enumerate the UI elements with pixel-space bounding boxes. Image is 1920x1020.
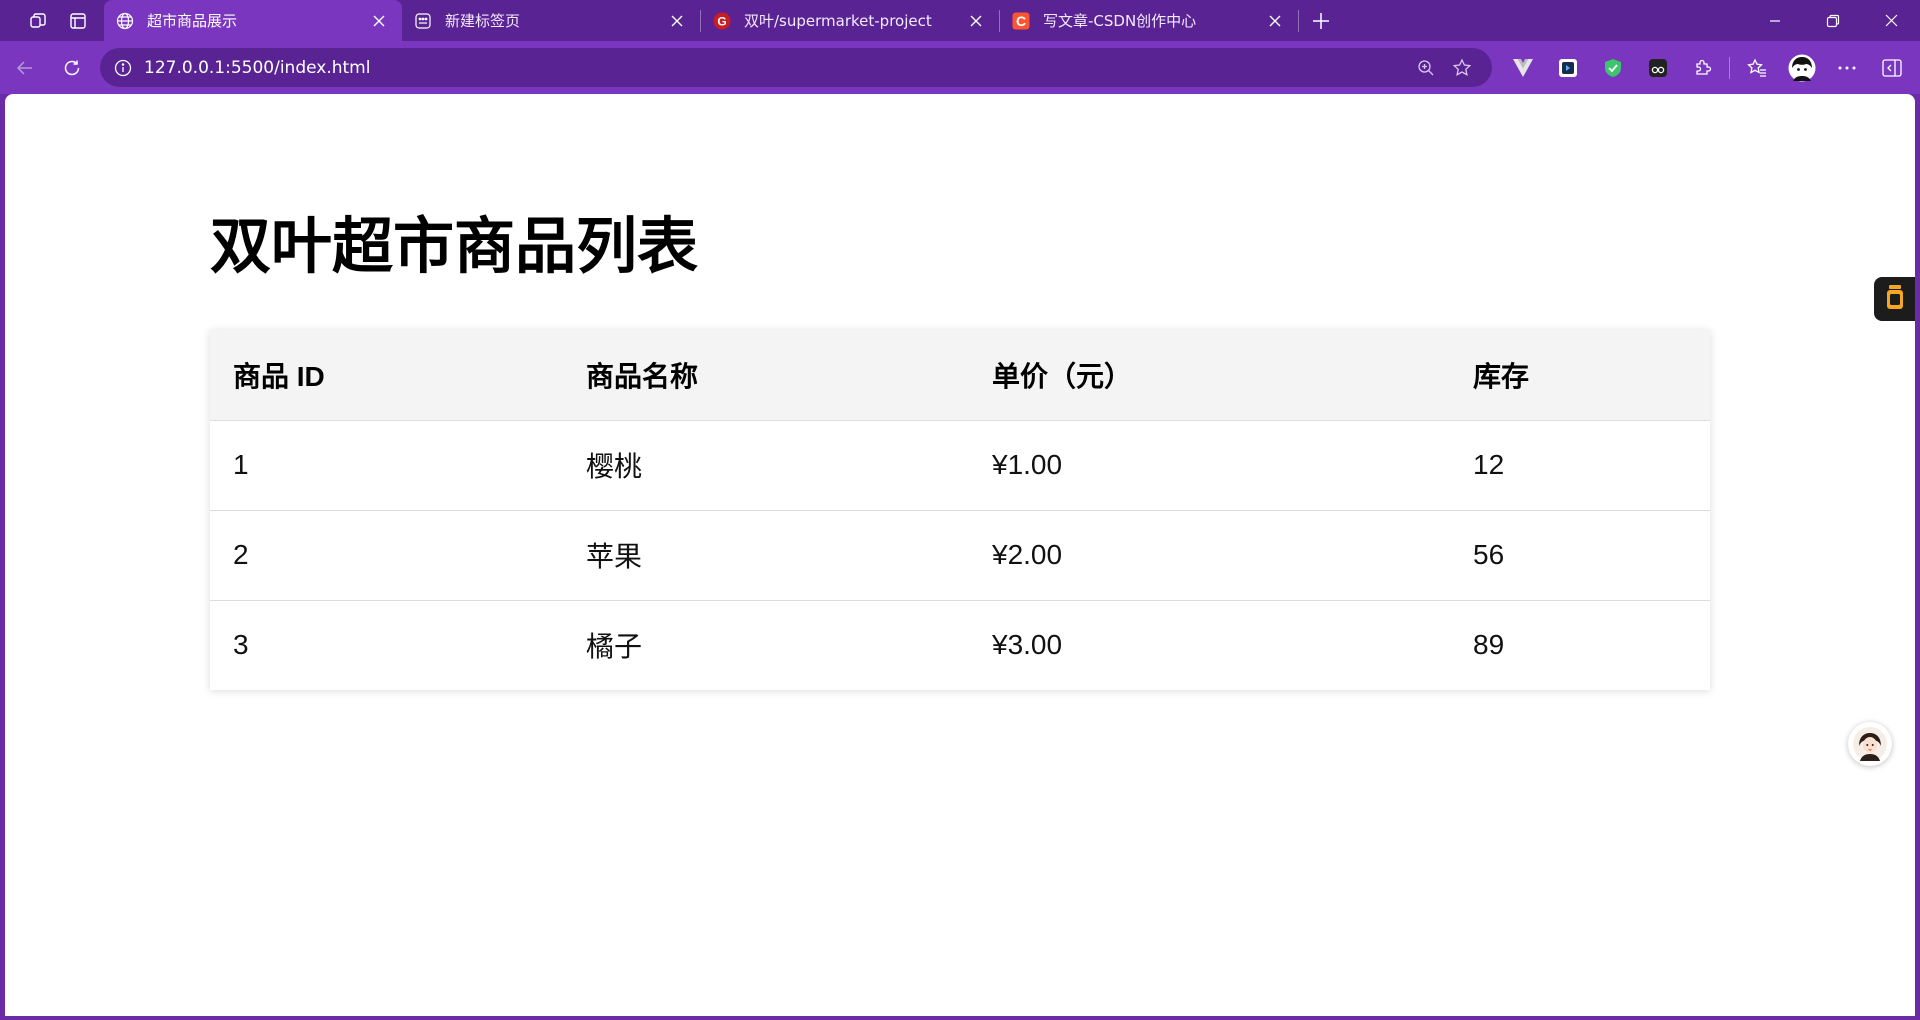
cell-unit-price: ¥3.00 [992,629,1063,661]
url-text: 127.0.0.1:5500/index.html [144,57,371,78]
cell-product-id: 2 [210,510,563,601]
tab-supermarket-display[interactable]: 超市商品展示 [104,0,402,41]
new-tab-button[interactable] [1299,0,1343,41]
tab-title: 超市商品展示 [147,12,238,30]
cell-stock: 56 [1450,510,1710,601]
cell-stock: 12 [1450,420,1710,511]
header-product-name: 商品名称 [563,330,969,421]
shield-check-icon[interactable] [1590,48,1635,87]
favorite-star-icon[interactable] [1444,50,1480,86]
restore-icon[interactable] [1804,0,1862,41]
newtab-grid-icon [412,10,434,32]
vue-devtools-icon[interactable] [1500,48,1545,87]
svg-text:C: C [1016,13,1026,29]
gitee-icon: G [711,10,733,32]
table-header-row: 商品 ID 商品名称 单价（元） 库存 [210,330,1710,421]
header-product-id: 商品 ID [210,330,563,421]
back-arrow-icon[interactable] [3,48,47,88]
cell-product-name: 苹果 [563,510,969,601]
tab-gitee-project[interactable]: G 双叶/supermarket-project [701,0,999,41]
tab-title: 双叶/supermarket-project [744,12,932,30]
product-table: 商品 ID 商品名称 单价（元） 库存 1 樱桃 ¥1.00 12 2 苹果 ¥… [210,330,1710,690]
cell-stock: 89 [1473,629,1505,661]
close-window-icon[interactable] [1862,0,1920,41]
cell-product-id: 1 [210,420,563,511]
page-title: 双叶超市商品列表 [210,212,699,280]
svg-text:G: G [717,14,726,28]
close-tab-icon[interactable] [368,10,390,32]
address-bar[interactable]: 127.0.0.1:5500/index.html [100,48,1492,87]
close-tab-icon[interactable] [965,10,987,32]
table-row: 3 橘子 ¥3.00 89 [210,600,1710,690]
site-info-icon[interactable] [112,57,134,79]
tab-actions-icon[interactable] [58,1,98,41]
more-options-icon[interactable] [1824,48,1869,87]
table-row: 1 樱桃 ¥1.00 12 [210,420,1710,511]
tab-csdn-editor[interactable]: C 写文章-CSDN创作中心 [1000,0,1298,41]
cell-product-name: 橘子 [586,631,643,663]
zoom-icon[interactable] [1408,50,1444,86]
cell-unit-price: ¥1.00 [969,420,1450,511]
globe-icon [114,10,136,32]
browser-titlebar: 超市商品展示 新建标签页 G 双叶/supermarket-project C … [0,0,1920,41]
titlebar-left-controls [0,0,104,41]
favorites-icon[interactable] [1734,48,1779,87]
cell-unit-price: ¥2.00 [969,510,1450,601]
side-extension-tab[interactable] [1874,277,1915,321]
sidebar-toggle-icon[interactable] [1869,48,1914,87]
minimize-icon[interactable] [1746,0,1804,41]
jar-icon [1885,284,1905,314]
profile-avatar-icon[interactable] [1779,48,1824,87]
product-table-card: 商品 ID 商品名称 单价（元） 库存 1 樱桃 ¥1.00 12 2 苹果 ¥… [210,330,1710,690]
header-stock: 库存 [1450,330,1710,421]
glasses-extension-icon[interactable] [1635,48,1680,87]
extension-blue-square-icon[interactable] [1545,48,1590,87]
extensions-bar [1500,48,1914,87]
close-tab-icon[interactable] [666,10,688,32]
floating-assistant-avatar[interactable] [1848,722,1892,766]
extensions-puzzle-icon[interactable] [1680,48,1725,87]
csdn-icon: C [1010,10,1032,32]
refresh-icon[interactable] [50,48,94,88]
window-controls [1746,0,1920,41]
header-unit-price: 单价（元） [969,330,1450,421]
cell-product-id: 3 [233,629,249,661]
toolbar-separator [1729,56,1730,79]
browser-toolbar: 127.0.0.1:5500/index.html [0,41,1920,94]
tab-title: 写文章-CSDN创作中心 [1043,12,1197,30]
cell-product-name: 樱桃 [563,420,969,511]
close-tab-icon[interactable] [1264,10,1286,32]
workspaces-icon[interactable] [18,1,58,41]
tab-new-tab-page[interactable]: 新建标签页 [402,0,700,41]
tab-title: 新建标签页 [445,12,521,30]
table-row: 2 苹果 ¥2.00 56 [210,510,1710,601]
page-viewport: 双叶超市商品列表 商品 ID 商品名称 单价（元） 库存 1 樱桃 ¥1.00 … [5,94,1915,1016]
